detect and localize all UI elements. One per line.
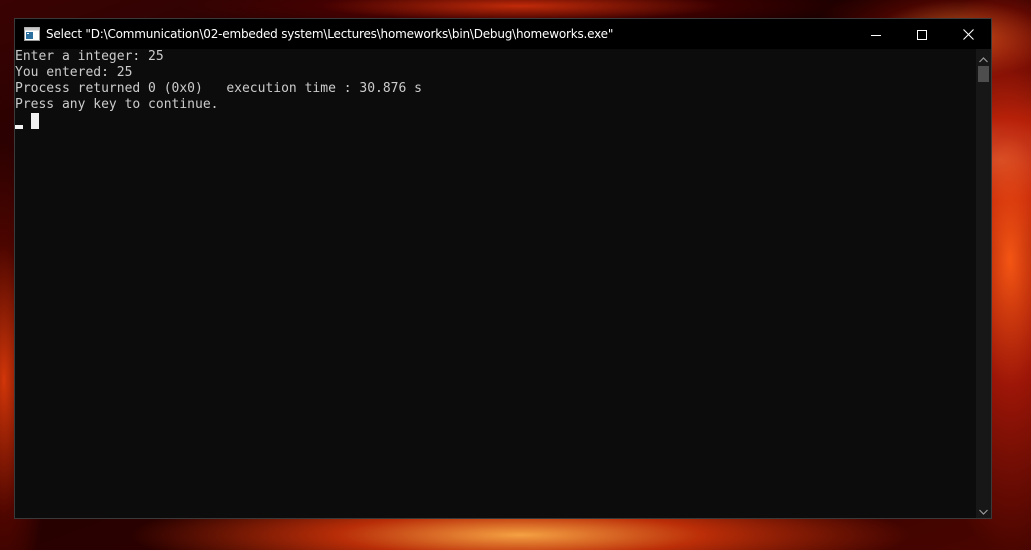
console-window[interactable]: Select "D:\Communication\02-embeded syst… bbox=[14, 18, 992, 519]
close-button[interactable] bbox=[945, 19, 991, 49]
window-title: Select "D:\Communication\02-embeded syst… bbox=[46, 27, 614, 41]
console-line: You entered: 25 bbox=[15, 65, 133, 80]
window-controls bbox=[853, 19, 991, 49]
console-line: Enter a integer: 25 bbox=[15, 49, 164, 64]
maximize-icon bbox=[917, 25, 927, 44]
scroll-up-button[interactable] bbox=[976, 49, 991, 66]
close-icon bbox=[962, 25, 974, 44]
minimize-button[interactable] bbox=[853, 19, 899, 49]
minimize-icon bbox=[871, 25, 881, 44]
scroll-down-arrow-icon bbox=[979, 500, 988, 519]
scroll-up-arrow-icon bbox=[979, 48, 988, 67]
text-cursor-underline bbox=[15, 125, 23, 129]
console-line: Press any key to continue. bbox=[15, 97, 219, 112]
console-line: Process returned 0 (0x0) execution time … bbox=[15, 81, 422, 96]
console-output-area[interactable]: Enter a integer: 25 You entered: 25 Proc… bbox=[15, 49, 976, 518]
title-bar[interactable]: Select "D:\Communication\02-embeded syst… bbox=[15, 19, 991, 49]
scrollbar-thumb[interactable] bbox=[978, 66, 989, 82]
text-cursor-block bbox=[31, 113, 39, 129]
console-app-icon[interactable] bbox=[24, 27, 40, 41]
maximize-button[interactable] bbox=[899, 19, 945, 49]
scroll-down-button[interactable] bbox=[976, 501, 991, 518]
vertical-scrollbar[interactable] bbox=[976, 49, 991, 518]
